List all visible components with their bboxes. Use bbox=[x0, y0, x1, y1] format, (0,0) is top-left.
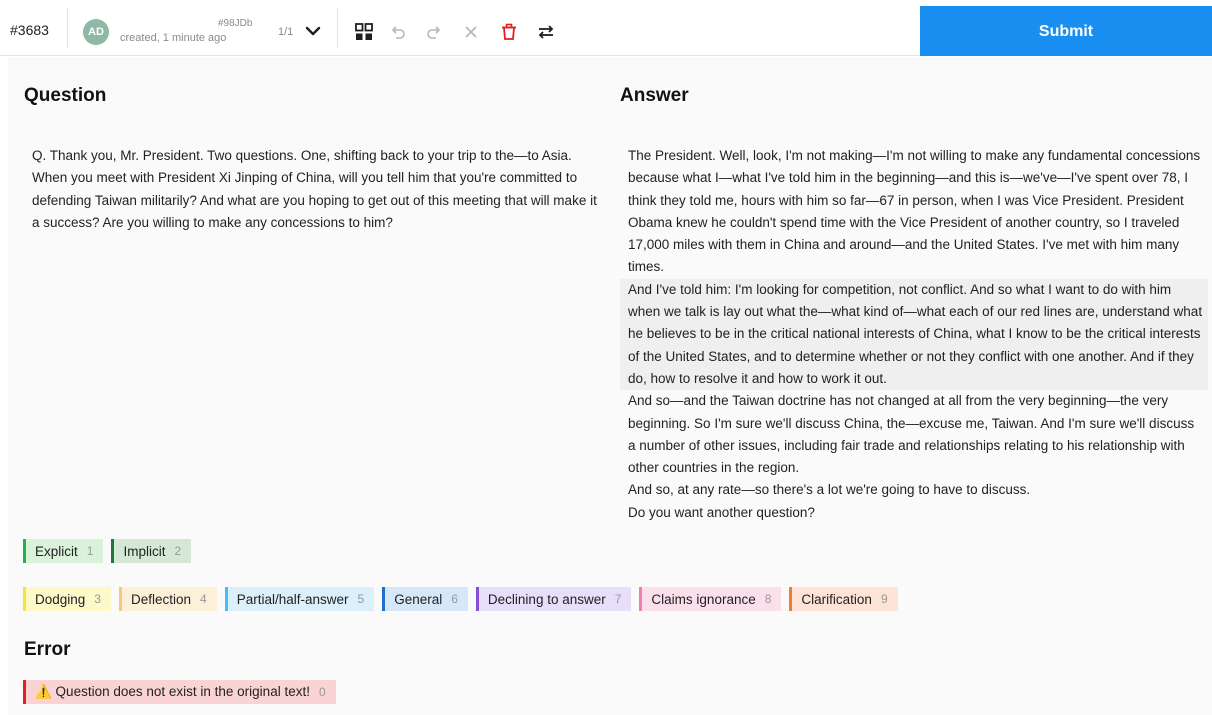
clear-icon[interactable] bbox=[461, 22, 481, 42]
label-dodging[interactable]: Dodging 3 bbox=[23, 587, 111, 611]
swap-icon[interactable] bbox=[536, 22, 556, 42]
answer-title: Answer bbox=[620, 85, 689, 106]
answer-paragraph[interactable]: And so, at any rate—so there's a lot we'… bbox=[620, 479, 1208, 501]
question-text[interactable]: Q. Thank you, Mr. President. Two questio… bbox=[32, 145, 608, 234]
label-clarification[interactable]: Clarification 9 bbox=[789, 587, 898, 611]
delete-icon[interactable] bbox=[499, 22, 519, 42]
annotation-panel: Question Answer Q. Thank you, Mr. Presid… bbox=[8, 57, 1212, 715]
top-toolbar: #3683 AD #98JDb created, 1 minute ago 1/… bbox=[0, 0, 1212, 56]
label-declining-to-answer[interactable]: Declining to answer 7 bbox=[475, 587, 632, 611]
annotation-pager: 1/1 bbox=[278, 26, 294, 38]
label-question-not-in-text[interactable]: ⚠️ Question does not exist in the origin… bbox=[23, 680, 336, 704]
divider bbox=[337, 8, 338, 48]
annotation-id: #98JDb bbox=[218, 18, 253, 29]
label-claims-ignorance[interactable]: Claims ignorance 8 bbox=[639, 587, 782, 611]
question-title: Question bbox=[24, 85, 107, 106]
answer-text: The President. Well, look, I'm not makin… bbox=[620, 145, 1208, 524]
undo-icon[interactable] bbox=[388, 22, 408, 42]
submit-button[interactable]: Submit bbox=[920, 6, 1212, 56]
task-id: #3683 bbox=[10, 22, 49, 38]
label-implicit[interactable]: Implicit 2 bbox=[111, 539, 192, 563]
answer-paragraph[interactable]: And so—and the Taiwan doctrine has not c… bbox=[620, 390, 1208, 479]
label-group-error: ⚠️ Question does not exist in the origin… bbox=[23, 680, 336, 704]
label-deflection[interactable]: Deflection 4 bbox=[118, 587, 217, 611]
redo-icon[interactable] bbox=[424, 22, 444, 42]
chevron-down-icon[interactable] bbox=[304, 24, 322, 38]
label-general[interactable]: General 6 bbox=[382, 587, 468, 611]
grid-icon[interactable] bbox=[354, 22, 374, 42]
answer-paragraph[interactable]: Do you want another question? bbox=[620, 502, 1208, 524]
label-partial-half-answer[interactable]: Partial/half-answer 5 bbox=[224, 587, 375, 611]
label-explicit[interactable]: Explicit 1 bbox=[23, 539, 104, 563]
submit-label: Submit bbox=[1038, 23, 1094, 40]
divider bbox=[67, 8, 68, 48]
label-group-clarity: Explicit 1 Implicit 2 bbox=[23, 539, 192, 563]
label-group-evasion: Dodging 3 Deflection 4 Partial/half-answer… bbox=[23, 587, 898, 611]
answer-paragraph[interactable]: The President. Well, look, I'm not makin… bbox=[620, 145, 1208, 279]
avatar[interactable]: AD bbox=[83, 19, 109, 45]
answer-paragraph-highlighted[interactable]: And I've told him: I'm looking for compe… bbox=[620, 278, 1208, 391]
created-timestamp: created, 1 minute ago bbox=[120, 32, 227, 44]
error-title: Error bbox=[24, 639, 71, 660]
